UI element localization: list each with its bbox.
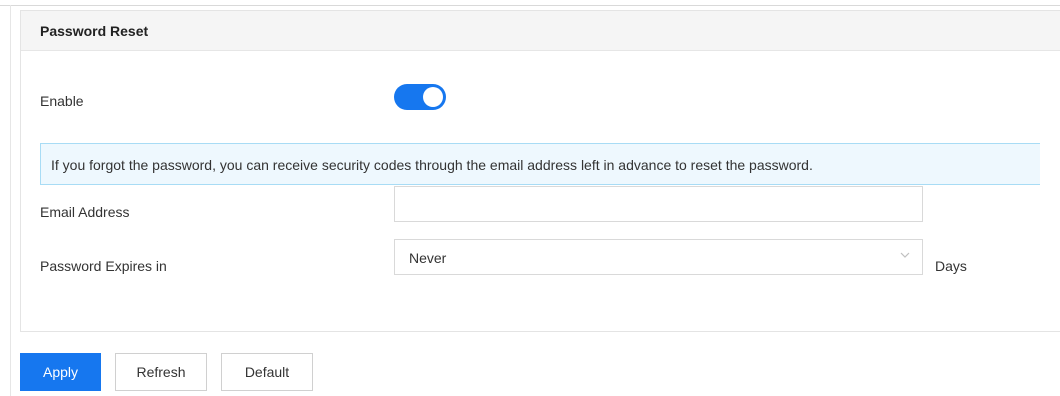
chevron-down-icon	[900, 252, 910, 258]
top-divider	[0, 5, 1060, 6]
password-expires-value: Never	[409, 250, 447, 266]
email-field[interactable]	[394, 186, 923, 222]
enable-label: Enable	[40, 93, 84, 109]
days-unit-label: Days	[935, 258, 967, 274]
toggle-knob	[423, 87, 443, 107]
info-notice: If you forgot the password, you can rece…	[40, 143, 1040, 185]
panel-title: Password Reset	[40, 23, 149, 39]
default-button[interactable]: Default	[221, 353, 313, 391]
apply-button[interactable]: Apply	[20, 353, 101, 391]
email-label: Email Address	[40, 204, 130, 220]
left-divider	[10, 5, 11, 396]
password-expires-label: Password Expires in	[40, 258, 167, 274]
password-expires-select[interactable]: Never	[394, 239, 923, 275]
info-notice-text: If you forgot the password, you can rece…	[51, 157, 813, 173]
enable-toggle[interactable]	[394, 84, 446, 110]
refresh-button[interactable]: Refresh	[115, 353, 207, 391]
panel-header: Password Reset	[21, 11, 1060, 51]
